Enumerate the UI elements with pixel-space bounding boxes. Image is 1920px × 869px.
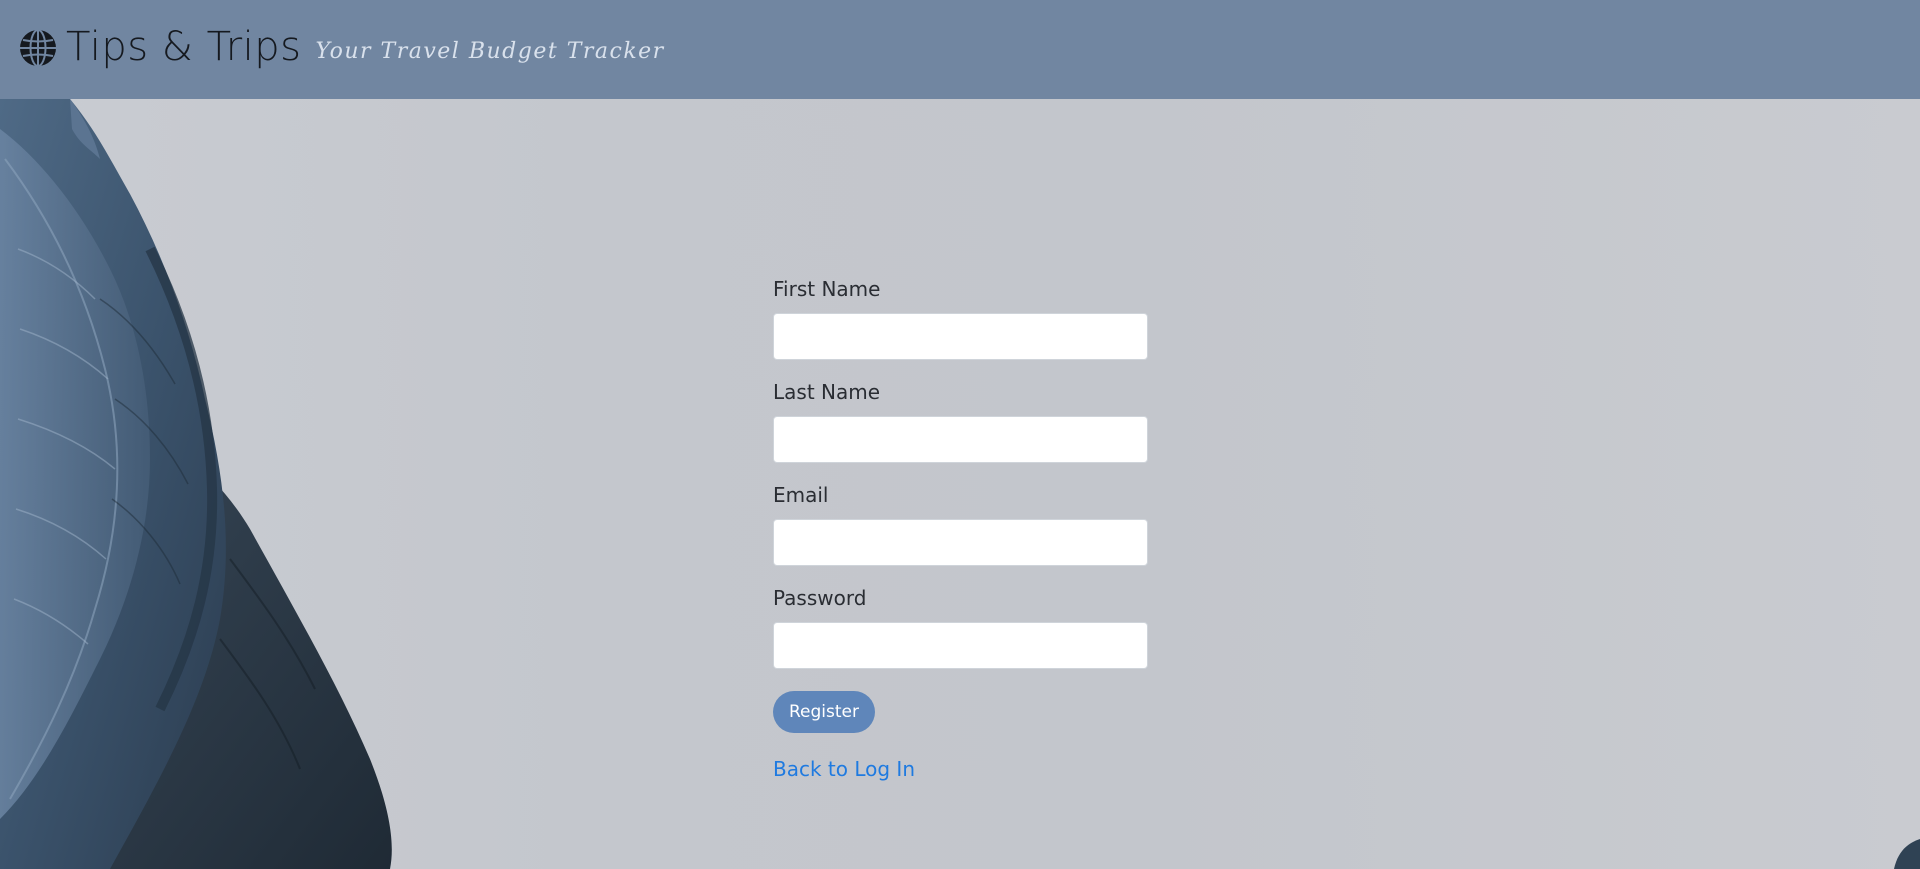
last-name-label: Last Name <box>773 380 881 404</box>
password-input[interactable] <box>773 622 1148 669</box>
leaf-corner-image <box>1894 839 1920 869</box>
back-to-login-link[interactable]: Back to Log In <box>773 757 1148 781</box>
register-button[interactable]: Register <box>773 691 875 733</box>
email-input[interactable] <box>773 519 1148 566</box>
brand-tagline: Your Travel Budget Tracker <box>315 39 665 64</box>
globe-icon <box>18 28 58 68</box>
password-label: Password <box>773 586 867 610</box>
registration-form: First Name Last Name Email Password Regi… <box>773 277 1148 781</box>
first-name-input[interactable] <box>773 313 1148 360</box>
hero-background: First Name Last Name Email Password Regi… <box>0 99 1920 869</box>
leaf-background-image <box>0 99 392 869</box>
first-name-label: First Name <box>773 277 881 301</box>
top-navbar: Tips & Trips Your Travel Budget Tracker <box>0 0 1920 99</box>
brand-title[interactable]: Tips & Trips <box>66 24 302 70</box>
email-label: Email <box>773 483 829 507</box>
last-name-input[interactable] <box>773 416 1148 463</box>
